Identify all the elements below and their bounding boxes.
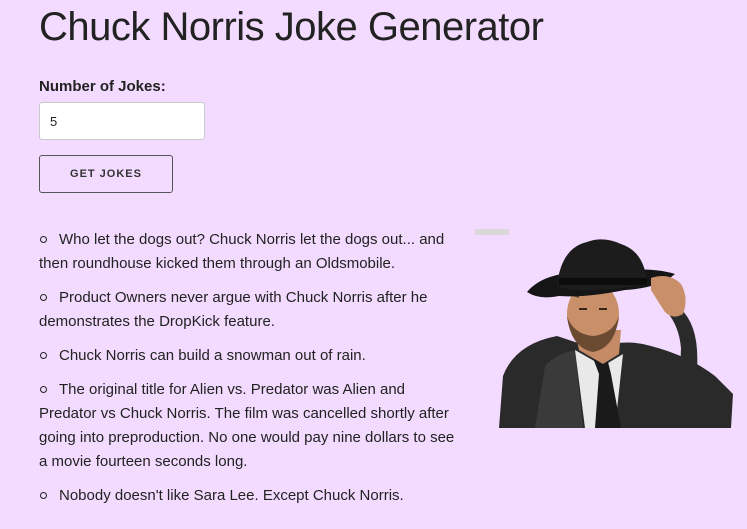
joke-list: Who let the dogs out? Chuck Norris let t…	[39, 228, 459, 518]
bullet-icon	[40, 293, 47, 301]
list-item: Nobody doesn't like Sara Lee. Except Chu…	[39, 484, 459, 508]
joke-text: Who let the dogs out? Chuck Norris let t…	[39, 231, 445, 272]
joke-text: The original title for Alien vs. Predato…	[39, 381, 455, 470]
joke-text: Chuck Norris can build a snowman out of …	[59, 347, 366, 364]
list-item: Product Owners never argue with Chuck No…	[39, 286, 459, 334]
number-of-jokes-label: Number of Jokes:	[39, 78, 166, 95]
get-jokes-button[interactable]: GET JOKES	[39, 155, 173, 193]
bullet-icon	[40, 385, 47, 393]
number-of-jokes-input[interactable]	[39, 102, 205, 140]
bullet-icon	[40, 235, 47, 243]
joke-text: Nobody doesn't like Sara Lee. Except Chu…	[59, 487, 404, 504]
chuck-norris-photo	[475, 229, 733, 428]
bullet-icon	[40, 351, 47, 359]
list-item: The original title for Alien vs. Predato…	[39, 378, 459, 474]
list-item: Who let the dogs out? Chuck Norris let t…	[39, 228, 459, 276]
bullet-icon	[40, 491, 47, 499]
list-item: Chuck Norris can build a snowman out of …	[39, 344, 459, 368]
joke-text: Product Owners never argue with Chuck No…	[39, 289, 428, 330]
page-title: Chuck Norris Joke Generator	[39, 5, 544, 49]
